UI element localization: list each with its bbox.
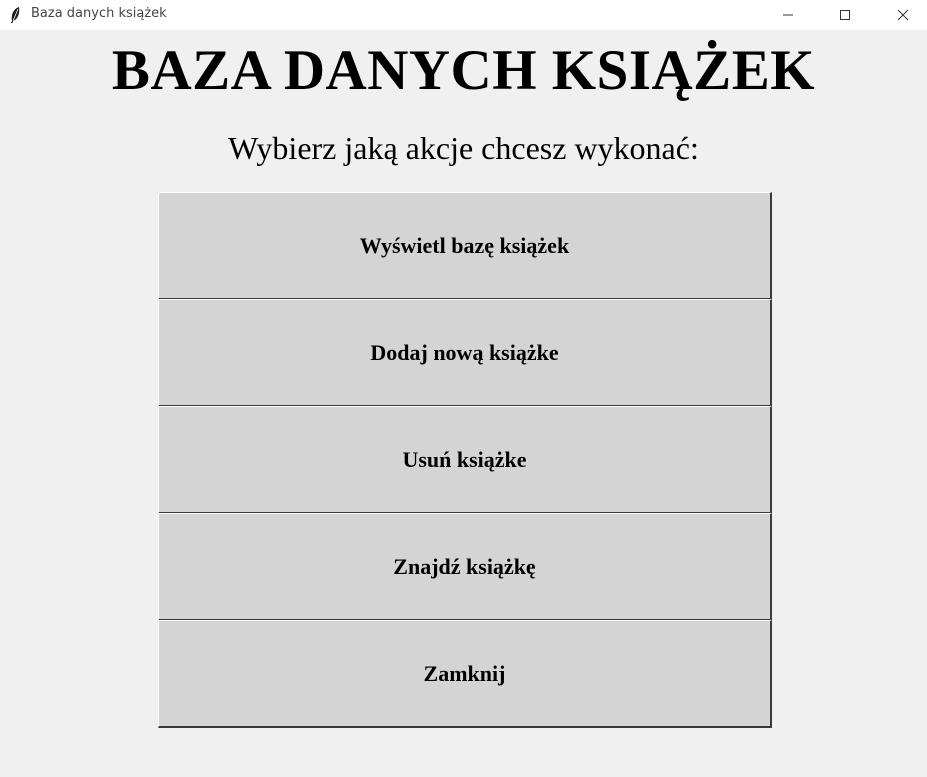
window-titlebar[interactable]: Baza danych książek [0,0,927,30]
feather-icon [8,6,22,24]
minimize-icon [783,14,793,16]
page-subtitle: Wybierz jaką akcje chcesz wykonać: [228,130,699,166]
show-database-button-label: Wyświetl bazę książek [359,232,570,258]
close-app-button-label: Zamknij [423,660,506,686]
close-icon [897,9,909,21]
maximize-icon [840,10,850,20]
close-button[interactable] [880,0,926,30]
add-book-button[interactable]: Dodaj nową książke [158,299,772,407]
delete-book-button-label: Usuń książke [402,446,527,472]
minimize-button[interactable] [765,0,811,30]
close-app-button[interactable]: Zamknij [158,620,772,728]
window-title: Baza danych książek [31,6,167,21]
delete-book-button[interactable]: Usuń książke [158,406,772,514]
page-title: BAZA DANYCH KSIĄŻEK [111,39,816,102]
find-book-button[interactable]: Znajdź książkę [158,513,772,621]
show-database-button[interactable]: Wyświetl bazę książek [158,192,772,300]
find-book-button-label: Znajdź książkę [393,553,536,579]
add-book-button-label: Dodaj nową książke [370,339,559,365]
maximize-button[interactable] [822,0,868,30]
